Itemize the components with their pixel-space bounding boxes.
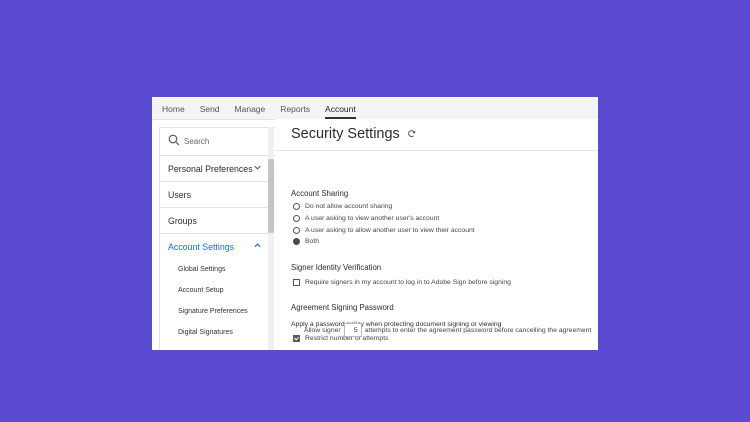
radio-button[interactable] <box>293 215 300 222</box>
sidebar-item-label: Users <box>168 189 191 200</box>
settings-sidebar: Personal Preferences Users Groups Accoun… <box>159 127 277 350</box>
signer-identity-heading: Signer Identity Verification <box>291 263 382 272</box>
radio-label: Do not allow account sharing <box>305 203 393 210</box>
nav-manage[interactable]: Manage <box>235 104 266 119</box>
radio-option-allow-another[interactable]: A user asking to allow another user to v… <box>293 227 475 234</box>
radio-label: Both <box>305 238 319 245</box>
nav-reports[interactable]: Reports <box>280 104 310 119</box>
radio-option-view-another[interactable]: A user asking to view another user's acc… <box>293 215 439 222</box>
page-title-row: Security Settings <box>291 126 416 142</box>
require-login-option[interactable]: Require signers in my account to log in … <box>293 279 511 286</box>
restrict-attempts-checkbox[interactable] <box>293 335 300 342</box>
radio-button[interactable] <box>293 227 300 234</box>
radio-button[interactable] <box>293 203 300 210</box>
subitem-digital-signatures[interactable]: Digital Signatures <box>160 322 276 343</box>
require-login-checkbox[interactable] <box>293 279 300 286</box>
sidebar-item-groups[interactable]: Groups <box>160 208 276 234</box>
chevron-up-icon[interactable] <box>253 241 262 252</box>
sidebar-search <box>160 128 276 156</box>
sidebar-item-label: Groups <box>168 215 197 226</box>
sidebar-item-account-settings[interactable]: Account Settings <box>160 234 276 259</box>
nav-account[interactable]: Account <box>325 104 356 119</box>
divider <box>275 150 598 151</box>
chevron-down-icon[interactable] <box>253 163 262 174</box>
sidebar-scrollbar[interactable] <box>268 127 274 350</box>
agreement-password-heading: Agreement Signing Password <box>291 303 394 312</box>
radio-button-selected[interactable] <box>293 238 300 245</box>
nav-home[interactable]: Home <box>162 104 185 119</box>
attempts-input[interactable] <box>343 323 362 337</box>
radio-option-no-sharing[interactable]: Do not allow account sharing <box>293 203 392 210</box>
subitem-account-setup[interactable]: Account Setup <box>160 280 276 301</box>
main-content: Security Settings Account Sharing Do not… <box>275 119 598 350</box>
page-title: Security Settings <box>291 126 400 142</box>
radio-option-both[interactable]: Both <box>293 238 319 245</box>
search-input[interactable] <box>184 137 264 146</box>
radio-label: A user asking to allow another user to v… <box>305 227 475 234</box>
attempts-row: Allow signer attempts to enter the agree… <box>304 323 591 337</box>
subitem-global-settings[interactable]: Global Settings <box>160 259 276 280</box>
nav-send[interactable]: Send <box>200 104 220 119</box>
sidebar-item-users[interactable]: Users <box>160 182 276 208</box>
sidebar-item-label: Account Settings <box>168 241 235 252</box>
refresh-icon[interactable] <box>407 126 416 142</box>
top-navigation: Home Send Manage Reports Account <box>152 97 598 120</box>
attempts-suffix: attempts to enter the agreement password… <box>364 326 592 334</box>
checkbox-label: Require signers in my account to log in … <box>305 279 511 286</box>
account-sharing-heading: Account Sharing <box>291 189 349 198</box>
sidebar-item-label: Personal Preferences <box>168 163 253 174</box>
app-window: Home Send Manage Reports Account Persona… <box>152 97 598 350</box>
scrollbar-thumb[interactable] <box>268 159 274 233</box>
radio-label: A user asking to view another user's acc… <box>305 215 440 222</box>
search-icon <box>168 133 180 151</box>
sidebar-item-personal-preferences[interactable]: Personal Preferences <box>160 156 276 182</box>
subitem-signature-preferences[interactable]: Signature Preferences <box>160 301 276 322</box>
attempts-prefix: Allow signer <box>304 326 341 334</box>
